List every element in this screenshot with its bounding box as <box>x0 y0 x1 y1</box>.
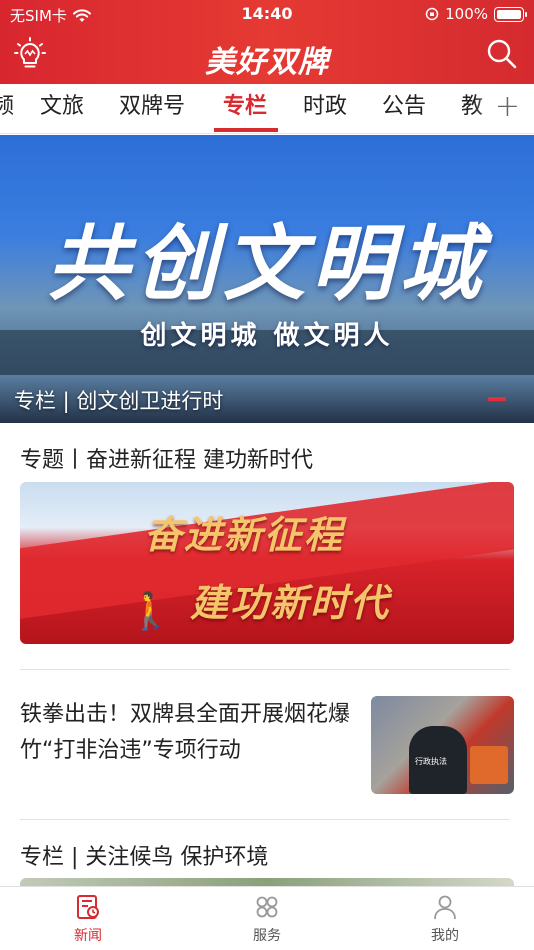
news-item-title[interactable]: 铁拳出击！双牌县全面开展烟花爆竹“打非治违”专项行动 <box>20 697 356 769</box>
plus-icon[interactable]: + <box>495 92 520 122</box>
battery-icon <box>494 6 527 22</box>
banner-title: 共创文明城 <box>47 216 487 312</box>
feed-divider <box>20 669 510 670</box>
banner-caption: 专栏 | 创文创卫进行时 <box>14 389 224 413</box>
battery-fill <box>497 9 521 19</box>
topic-section-title[interactable]: 专题丨奋进新征程 建功新时代 <box>20 442 313 474</box>
tab-shuangpai-account[interactable]: 双牌号 <box>119 92 185 126</box>
title-bar: 美好双牌 <box>0 30 534 82</box>
status-right: 100% <box>425 5 527 23</box>
nav-news[interactable]: 新闻 <box>43 893 133 945</box>
hero-banner[interactable]: 共创文明城 创文明城 做文明人 专栏 | 创文创卫进行时 <box>0 135 534 423</box>
news-item-thumbnail[interactable]: 行政执法 <box>371 696 514 794</box>
bottom-nav: 新闻 服务 我的 <box>0 886 534 950</box>
nav-services[interactable]: 服务 <box>222 893 312 945</box>
tab-partial[interactable]: 频 <box>0 92 14 126</box>
app-title: 美好双牌 <box>205 45 329 80</box>
battery-percent: 100% <box>445 5 488 23</box>
thumb-label: 行政执法 <box>415 757 447 766</box>
people-icon: 🚶 <box>128 591 173 632</box>
search-icon <box>487 39 517 69</box>
orientation-lock-icon <box>425 7 439 21</box>
tab-notice[interactable]: 公告 <box>382 92 426 126</box>
tab-column[interactable]: 专栏 <box>223 92 267 126</box>
column-section-title[interactable]: 专栏 | 关注候鸟 保护环境 <box>20 839 268 871</box>
banner-subtitle: 创文明城 做文明人 <box>140 321 394 351</box>
feed-divider <box>20 819 510 820</box>
thumb-boxes <box>470 746 508 784</box>
app-header: 无SIM卡 14:40 100% 美好双牌 <box>0 0 534 84</box>
tab-politics[interactable]: 时政 <box>303 92 347 126</box>
active-tab-indicator <box>214 128 278 132</box>
tab-culture-tourism[interactable]: 文旅 <box>40 92 84 126</box>
status-bar: 无SIM卡 14:40 100% <box>0 0 534 28</box>
search-button[interactable] <box>484 36 520 72</box>
carousel-indicator <box>488 397 506 401</box>
news-icon <box>77 895 99 919</box>
topic-image[interactable]: 奋进新征程 🚶 建功新时代 <box>20 482 514 644</box>
topic-image-text-2: 建功新时代 <box>190 580 391 625</box>
profile-icon <box>434 895 456 920</box>
nav-news-label: 新闻 <box>74 928 102 944</box>
nav-services-label: 服务 <box>253 928 281 944</box>
channel-tabs: 频 文旅 双牌号 专栏 时政 公告 教 <box>0 84 534 134</box>
topic-image-text-1: 奋进新征程 <box>144 512 345 557</box>
services-icon <box>256 896 278 918</box>
nav-profile[interactable]: 我的 <box>400 893 490 945</box>
nav-profile-label: 我的 <box>431 928 459 944</box>
